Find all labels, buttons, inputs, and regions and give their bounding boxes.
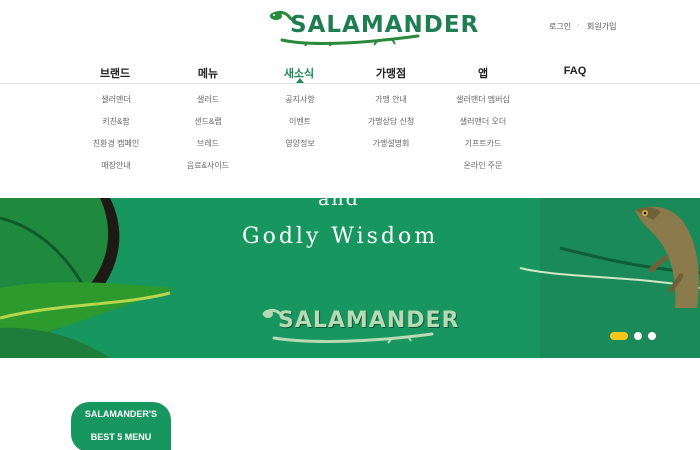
logo-text: SALAMANDER — [290, 12, 480, 38]
submenu-item[interactable]: 친환경 캠페인 — [71, 138, 161, 149]
submenu-item[interactable]: 공지사항 — [255, 94, 345, 105]
submenu-item[interactable]: 샐러맨더 오더 — [438, 116, 528, 127]
nav-app[interactable]: 앱 — [443, 65, 523, 81]
submenu-item[interactable]: 가맹상담 신청 — [346, 116, 436, 127]
best-menu-badge: SALAMANDER'S BEST 5 MENU — [71, 402, 171, 450]
banner-headline: Godly Wisdom — [242, 224, 439, 249]
nav-brand[interactable]: 브랜드 — [75, 65, 155, 81]
banner-logo: SALAMANDER — [262, 300, 458, 344]
active-nav-indicator — [296, 78, 304, 83]
site-header: SALAMANDER 로그인 · 회원가입 — [0, 0, 700, 60]
submenu-item[interactable]: 가맹설명회 — [346, 138, 436, 149]
best-menu-line2: BEST 5 MENU — [90, 432, 152, 442]
signup-link[interactable]: 회원가입 — [587, 21, 616, 32]
lizard-icon — [635, 206, 699, 308]
submenu-item[interactable]: 키친&팜 — [71, 116, 161, 127]
banner-logo-text: SALAMANDER — [278, 308, 460, 333]
slide-dot-2[interactable] — [634, 332, 642, 340]
submenu-item[interactable]: 샐러맨더 — [71, 94, 161, 105]
submenu-item[interactable]: 브레드 — [163, 138, 253, 149]
submenu-item[interactable]: 이벤트 — [255, 116, 345, 127]
submenu-item[interactable]: 기프트카드 — [438, 138, 528, 149]
best-menu-line1: SALAMANDER'S — [84, 409, 158, 419]
login-link[interactable]: 로그인 — [549, 21, 571, 32]
submenu-item[interactable]: 온라인 주문 — [438, 160, 528, 171]
banner-text-top: and — [318, 198, 360, 210]
slide-dot-3[interactable] — [648, 332, 656, 340]
nav-franchise[interactable]: 가맹점 — [351, 65, 431, 81]
main-nav: 브랜드 메뉴 새소식 가맹점 앱 FAQ — [0, 62, 700, 84]
submenu-item[interactable]: 영양정보 — [255, 138, 345, 149]
mega-menu-dropdown: 샐러맨더 키친&팜 친환경 캠페인 매장안내 샐러드 샌드&랩 브레드 음료&사… — [0, 84, 700, 198]
submenu-item[interactable]: 가맹 안내 — [346, 94, 436, 105]
slide-dot-1[interactable] — [610, 332, 628, 340]
nav-faq[interactable]: FAQ — [535, 65, 615, 77]
nav-menu[interactable]: 메뉴 — [168, 65, 248, 81]
submenu-item[interactable]: 매장안내 — [71, 160, 161, 171]
submenu-item[interactable]: 샌드&랩 — [163, 116, 253, 127]
submenu-item[interactable]: 음료&사이드 — [163, 160, 253, 171]
submenu-item[interactable]: 샐러맨더 멤버십 — [438, 94, 528, 105]
brand-logo[interactable]: SALAMANDER — [268, 6, 478, 47]
submenu-item[interactable]: 샐러드 — [163, 94, 253, 105]
hero-banner[interactable]: and Godly Wisdom SALAMANDER — [0, 198, 700, 358]
util-separator: · — [577, 20, 580, 29]
